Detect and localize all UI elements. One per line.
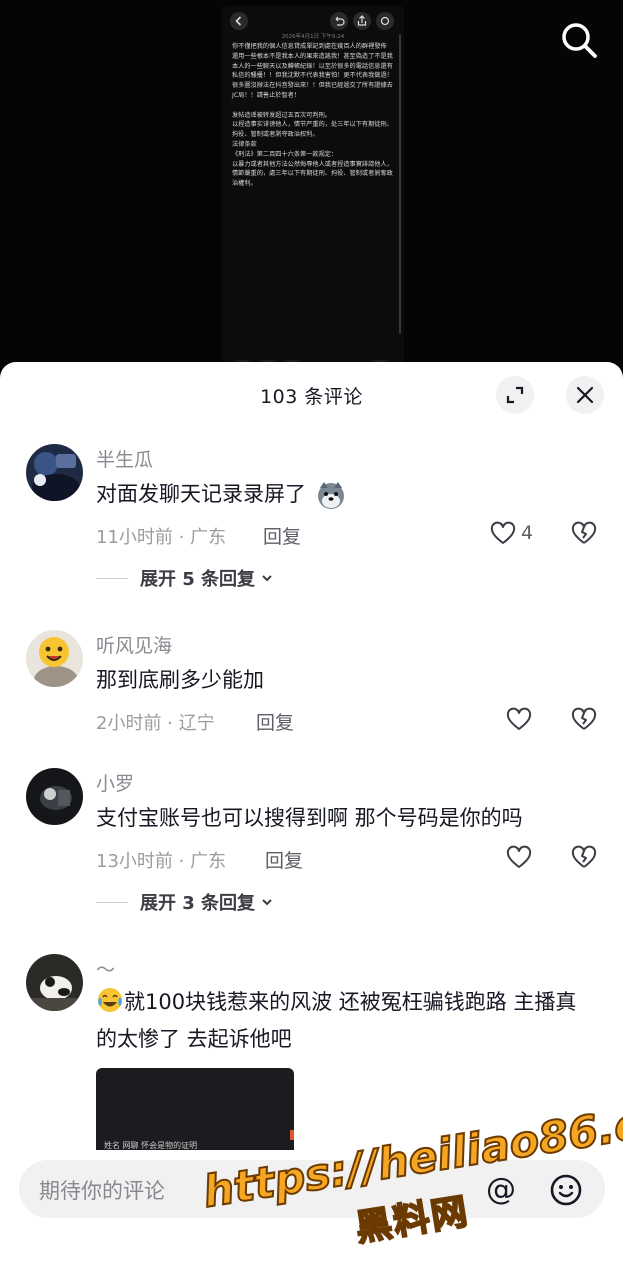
wolf-emoji [315,479,347,511]
expand-replies-label: 展开 3 条回复 [140,893,256,914]
reply-button[interactable]: 回复 [265,846,303,873]
comment-time-location: 11小时前 · 广东 [96,527,227,548]
divider [96,901,128,903]
close-button[interactable] [566,376,604,414]
comment-image-thumbnail[interactable]: 姓名 网聊 怀会是物的证明 [96,1068,294,1158]
thumbnail-marker [290,1130,294,1140]
close-icon [576,386,594,404]
comment-input-bar: 期待你的评论 @ [0,1150,623,1280]
comment-input[interactable]: 期待你的评论 @ [19,1160,605,1218]
screenshot-text: 你不僅把我的個人信息貸成單記到處在幾百人的群裡發佈 還用一些根本不是我本人的果來… [232,43,393,188]
expand-replies-button[interactable]: 展开 5 条回复 [96,566,274,590]
avatar[interactable] [26,444,83,501]
undo-icon [330,12,348,30]
comment-text: 就100块钱惹来的风波 还被冤枉骗钱跑路 主播真的太惨了 去起诉他吧 [96,984,596,1058]
comment-username[interactable]: ～ [96,955,115,982]
emoji-icon[interactable] [549,1173,583,1207]
screenshot-image: 2026年4月1日 下午9:24 你不僅把我的個人信息貸成單記到處在幾百人的群裡… [222,6,404,376]
expand-replies-label: 展开 5 条回复 [140,569,256,590]
comment-time-location: 13小时前 · 广东 [96,851,227,872]
broken-heart-icon[interactable] [571,845,597,871]
comment-text: 对面发聊天记录录屏了 [96,476,596,513]
chevron-down-icon [262,899,272,906]
comment-text: 支付宝账号也可以搜得到啊 那个号码是你的吗 [96,806,523,830]
avatar[interactable] [26,768,83,825]
like-count: 4 [521,522,534,544]
chevron-down-icon [262,575,272,582]
comment-username[interactable]: 小罗 [96,769,134,796]
fullscreen-icon [506,386,524,404]
comment-text-content: 就100块钱惹来的风波 还被冤枉骗钱跑路 主播真的太惨了 去起诉他吧 [96,990,577,1051]
reply-button[interactable]: 回复 [263,522,301,549]
heart-icon[interactable] [506,707,532,733]
broken-heart-icon[interactable] [571,521,597,547]
comment-text-content: 对面发聊天记录录屏了 [96,482,306,506]
avatar[interactable] [26,954,83,1011]
comment-time-location: 2小时前 · 辽宁 [96,713,215,734]
comment-input-placeholder: 期待你的评论 [39,1179,165,1203]
more-icon [376,12,394,30]
expand-replies-button[interactable]: 展开 3 条回复 [96,890,274,914]
divider [96,577,128,579]
comment-username[interactable]: 听风见海 [96,631,172,658]
heart-icon[interactable] [490,521,516,547]
reply-button[interactable]: 回复 [256,708,294,735]
comments-sheet: 103 条评论 半生瓜 对面发聊天记录录屏了 11小时前 · 广东 回复 4 展… [0,362,623,1280]
screenshot-top-bar [222,6,404,34]
laugh-cry-emoji [96,986,124,1014]
comment-text: 那到底刷多少能加 [96,668,264,692]
screenshot-date: 2026年4月1日 下午9:24 [281,34,345,40]
screenshot-scrollbar [399,34,401,334]
share-icon [353,12,371,30]
fullscreen-button[interactable] [496,376,534,414]
avatar[interactable] [26,630,83,687]
comment-username[interactable]: 半生瓜 [96,445,153,472]
heart-icon[interactable] [506,845,532,871]
search-icon[interactable] [557,18,601,62]
at-icon[interactable]: @ [484,1173,518,1207]
broken-heart-icon[interactable] [571,707,597,733]
back-icon [230,12,248,30]
video-player[interactable]: 2026年4月1日 下午9:24 你不僅把我的個人信息貸成單記到處在幾百人的群裡… [0,0,623,380]
